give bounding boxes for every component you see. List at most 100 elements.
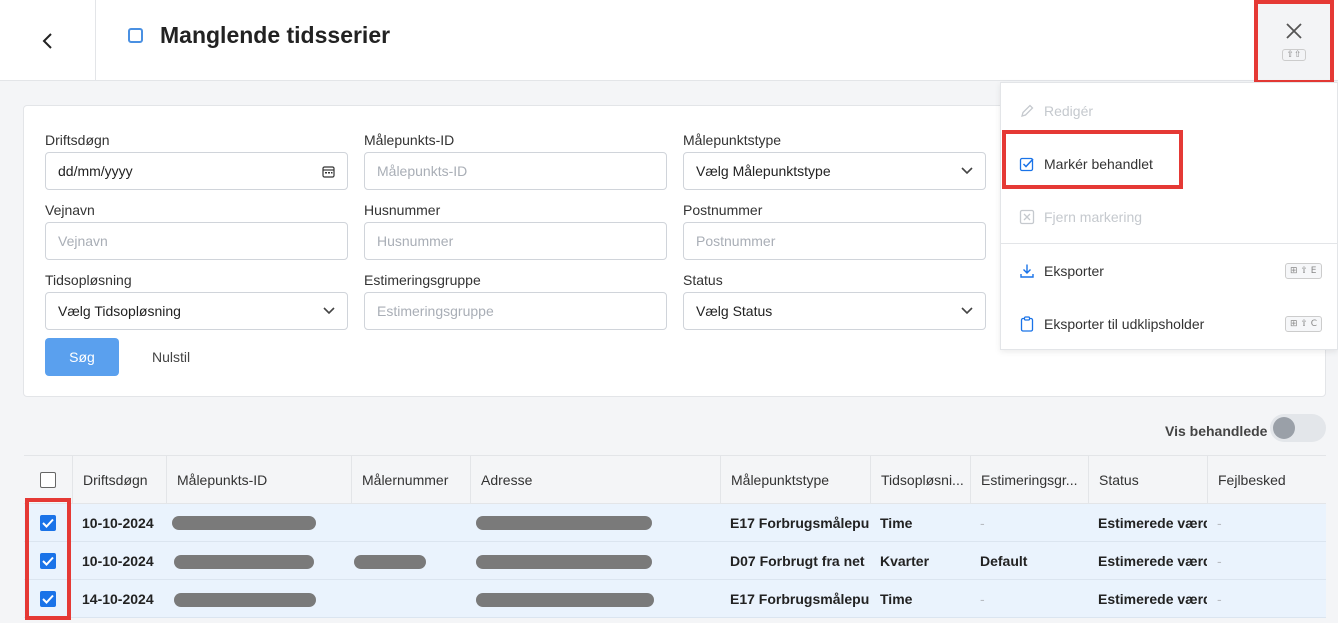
- redacted-address: [476, 593, 654, 607]
- close-button[interactable]: ⇧⇧: [1254, 0, 1334, 84]
- chevron-down-icon: [961, 307, 973, 315]
- clipboard-shortcut-hint: ⊞ ⇧ C: [1285, 316, 1323, 332]
- husnummer-input[interactable]: Husnummer: [364, 222, 667, 260]
- column-header[interactable]: Estimeringsgr...: [970, 456, 1088, 504]
- row-select-cell: [24, 504, 72, 542]
- estimeringsgruppe-placeholder: Estimeringsgruppe: [377, 303, 494, 319]
- tidsoploesning-value: Vælg Tidsopløsning: [58, 303, 181, 319]
- redacted-id: [172, 516, 316, 530]
- column-header[interactable]: Målernummer: [351, 456, 470, 504]
- maalepunkts-id-input[interactable]: Målepunkts-ID: [364, 152, 667, 190]
- menu-item-remove-mark[interactable]: Fjern markering: [1001, 197, 1338, 237]
- status-cell: Estimerede værdier: [1098, 515, 1207, 531]
- table-header: Driftsdøgn Målepunkts-ID Målernummer Adr…: [24, 456, 1326, 504]
- chevron-down-icon: [323, 307, 335, 315]
- x-square-icon: [1018, 208, 1036, 226]
- menu-item-edit[interactable]: Redigér: [1001, 91, 1338, 131]
- row-select-cell: [24, 580, 72, 618]
- husnummer-placeholder: Husnummer: [377, 233, 454, 249]
- toggle-knob: [1273, 417, 1295, 439]
- checkbox-icon: [1018, 155, 1036, 173]
- driftsdoegn-value: dd/mm/yyyy: [58, 163, 133, 179]
- menu-item-label: Fjern markering: [1044, 209, 1143, 225]
- column-header[interactable]: Adresse: [470, 456, 720, 504]
- export-shortcut-hint: ⊞ ⇧ E: [1285, 263, 1322, 279]
- resolution-cell: Time: [880, 591, 913, 607]
- redacted-address: [476, 555, 652, 569]
- page-title: Manglende tidsserier: [160, 21, 391, 48]
- calendar-icon[interactable]: [322, 165, 335, 178]
- redacted-meter-number: [354, 555, 426, 569]
- estimeringsgruppe-input[interactable]: Estimeringsgruppe: [364, 292, 667, 330]
- checkmark-icon: [42, 518, 54, 528]
- menu-item-mark-handled[interactable]: Markér behandlet: [1001, 144, 1338, 184]
- menu-item-export[interactable]: Eksporter ⊞ ⇧ E: [1001, 251, 1338, 291]
- resolution-cell: Kvarter: [880, 553, 930, 569]
- status-select[interactable]: Vælg Status: [683, 292, 986, 330]
- estimeringsgruppe-label: Estimeringsgruppe: [364, 272, 481, 288]
- download-icon: [1018, 262, 1036, 280]
- title-area: Manglende tidsserier: [128, 0, 390, 70]
- type-cell: E17 Forbrugsmålepunkt: [730, 591, 870, 607]
- menu-item-label: Redigér: [1044, 103, 1094, 119]
- vejnavn-placeholder: Vejnavn: [58, 233, 108, 249]
- redacted-address: [476, 516, 652, 530]
- error-cell: -: [1217, 591, 1222, 607]
- square-icon: [128, 27, 143, 43]
- column-header[interactable]: Fejlbesked: [1207, 456, 1326, 504]
- select-all-cell: [24, 456, 72, 504]
- menu-item-label: Markér behandlet: [1044, 156, 1153, 172]
- show-handled-toggle[interactable]: [1270, 414, 1326, 442]
- column-header[interactable]: Tidsopløsni...: [870, 456, 970, 504]
- tidsoploesning-select[interactable]: Vælg Tidsopløsning: [45, 292, 348, 330]
- date-cell: 10-10-2024: [82, 553, 154, 569]
- table-row[interactable]: 14-10-2024 E17 Forbrugsmålepunkt Time - …: [24, 580, 1326, 618]
- row-select-cell: [24, 542, 72, 580]
- select-all-checkbox[interactable]: [40, 472, 56, 488]
- driftsdoegn-label: Driftsdøgn: [45, 132, 110, 148]
- postnummer-placeholder: Postnummer: [696, 233, 776, 249]
- menu-item-label: Eksporter: [1044, 263, 1104, 279]
- vejnavn-label: Vejnavn: [45, 202, 95, 218]
- chevron-left-icon: [42, 32, 52, 49]
- checkmark-icon: [42, 594, 54, 604]
- maalepunktstype-select[interactable]: Vælg Målepunktstype: [683, 152, 986, 190]
- row-checkbox[interactable]: [40, 515, 56, 531]
- menu-item-export-clipboard[interactable]: Eksporter til udklipsholder ⊞ ⇧ C: [1001, 304, 1338, 344]
- redacted-id: [174, 593, 316, 607]
- column-header[interactable]: Målepunktstype: [720, 456, 870, 504]
- date-cell: 14-10-2024: [82, 591, 154, 607]
- postnummer-input[interactable]: Postnummer: [683, 222, 986, 260]
- results-table: Driftsdøgn Målepunkts-ID Målernummer Adr…: [24, 455, 1326, 618]
- pencil-icon: [1018, 102, 1036, 120]
- status-cell: Estimerede værdier: [1098, 553, 1207, 569]
- search-button[interactable]: Søg: [45, 338, 119, 376]
- group-cell: Default: [980, 553, 1028, 569]
- chevron-down-icon: [961, 167, 973, 175]
- header-bar: Manglende tidsserier: [0, 0, 1338, 81]
- reset-button[interactable]: Nulstil: [152, 349, 190, 365]
- type-cell: E17 Forbrugsmålepunkt: [730, 515, 870, 531]
- vejnavn-input[interactable]: Vejnavn: [45, 222, 348, 260]
- row-checkbox[interactable]: [40, 553, 56, 569]
- maalepunkts-id-label: Målepunkts-ID: [364, 132, 455, 148]
- column-header[interactable]: Målepunkts-ID: [166, 456, 351, 504]
- row-checkbox[interactable]: [40, 591, 56, 607]
- menu-divider: [1001, 243, 1338, 244]
- resolution-cell: Time: [880, 515, 913, 531]
- redacted-id: [174, 555, 314, 569]
- driftsdoegn-date-input[interactable]: dd/mm/yyyy: [45, 152, 348, 190]
- table-row[interactable]: 10-10-2024 D07 Forbrugt fra net Kvarter …: [24, 542, 1326, 580]
- date-cell: 10-10-2024: [82, 515, 154, 531]
- column-header[interactable]: Status: [1088, 456, 1207, 504]
- error-cell: -: [1217, 553, 1222, 569]
- column-header[interactable]: Driftsdøgn: [72, 456, 166, 504]
- clipboard-icon: [1018, 315, 1036, 333]
- actions-menu: Redigér Markér behandlet Fjern markering…: [1000, 82, 1338, 350]
- maalepunktstype-value: Vælg Målepunktstype: [696, 163, 831, 179]
- table-row[interactable]: 10-10-2024 E17 Forbrugsmålepunkt Time - …: [24, 504, 1326, 542]
- menu-item-label: Eksporter til udklipsholder: [1044, 316, 1205, 332]
- postnummer-label: Postnummer: [683, 202, 763, 218]
- maalepunktstype-label: Målepunktstype: [683, 132, 782, 148]
- back-button[interactable]: [0, 0, 96, 81]
